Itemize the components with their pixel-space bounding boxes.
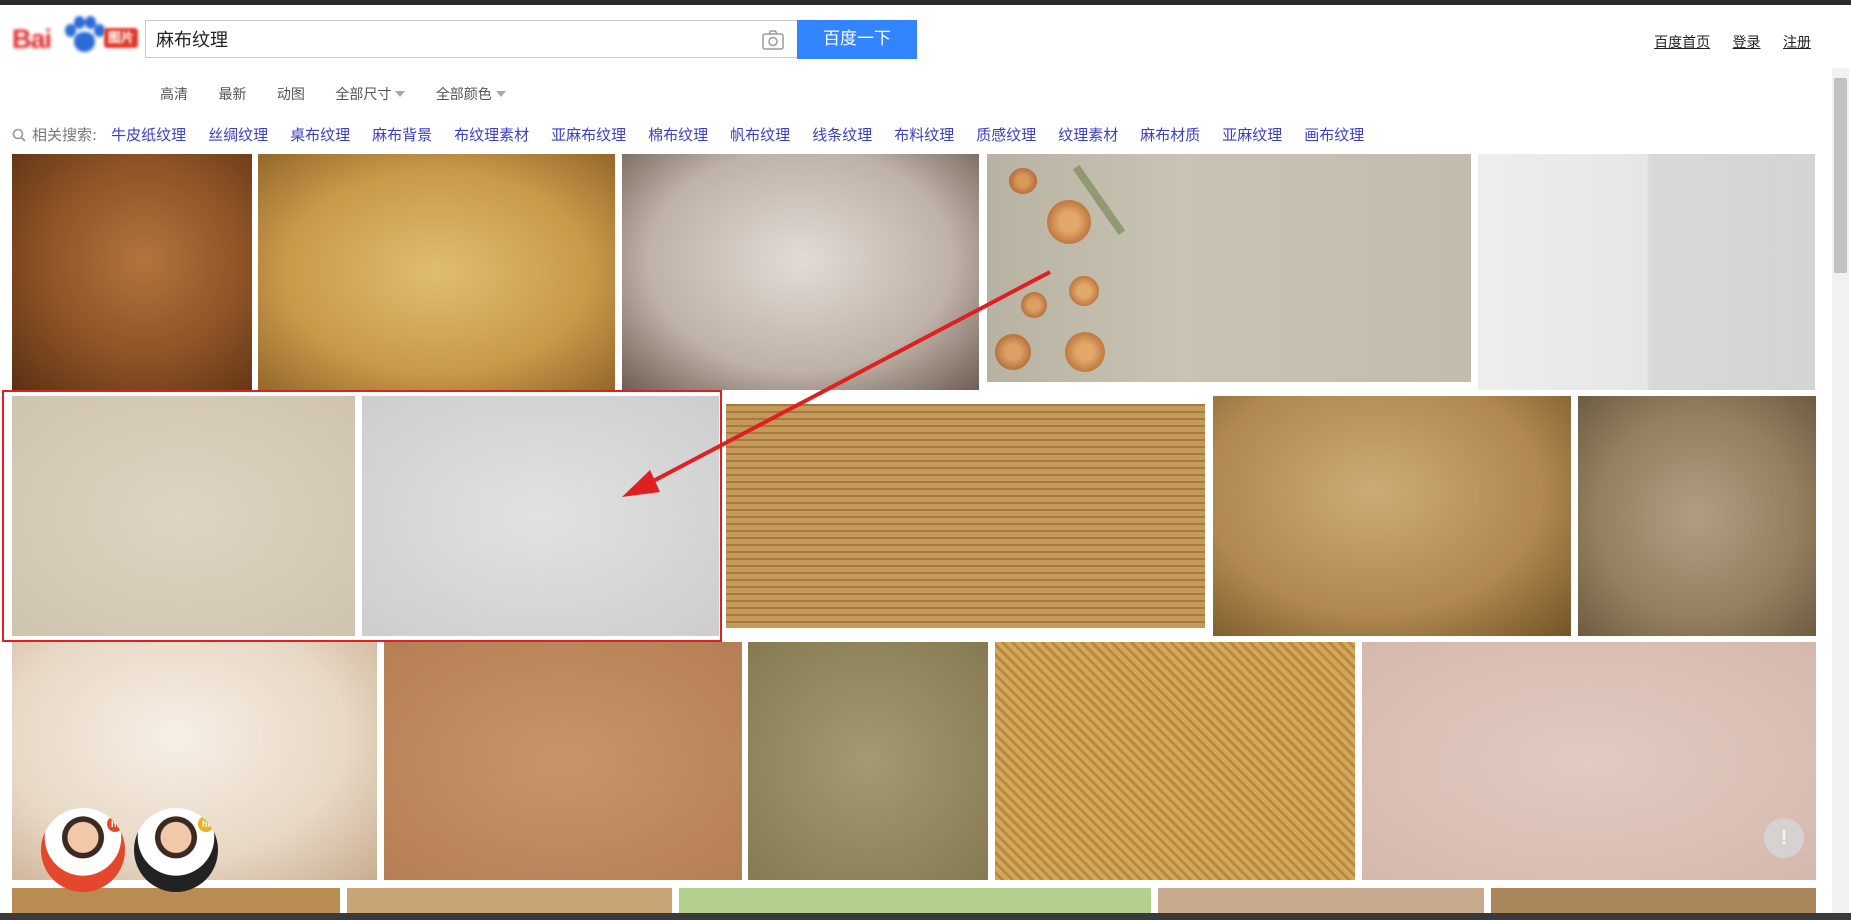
feedback-button[interactable]: !	[1764, 818, 1804, 858]
assistant-avatar[interactable]: hi	[41, 808, 125, 892]
assistant-avatar[interactable]: hi	[134, 808, 218, 892]
annotation-arrow	[622, 270, 1051, 497]
window-bottom-edge	[0, 913, 1851, 920]
hi-badge: hi	[198, 816, 214, 832]
hi-badge: hi	[107, 816, 123, 832]
scrollbar-thumb[interactable]	[1834, 78, 1847, 273]
